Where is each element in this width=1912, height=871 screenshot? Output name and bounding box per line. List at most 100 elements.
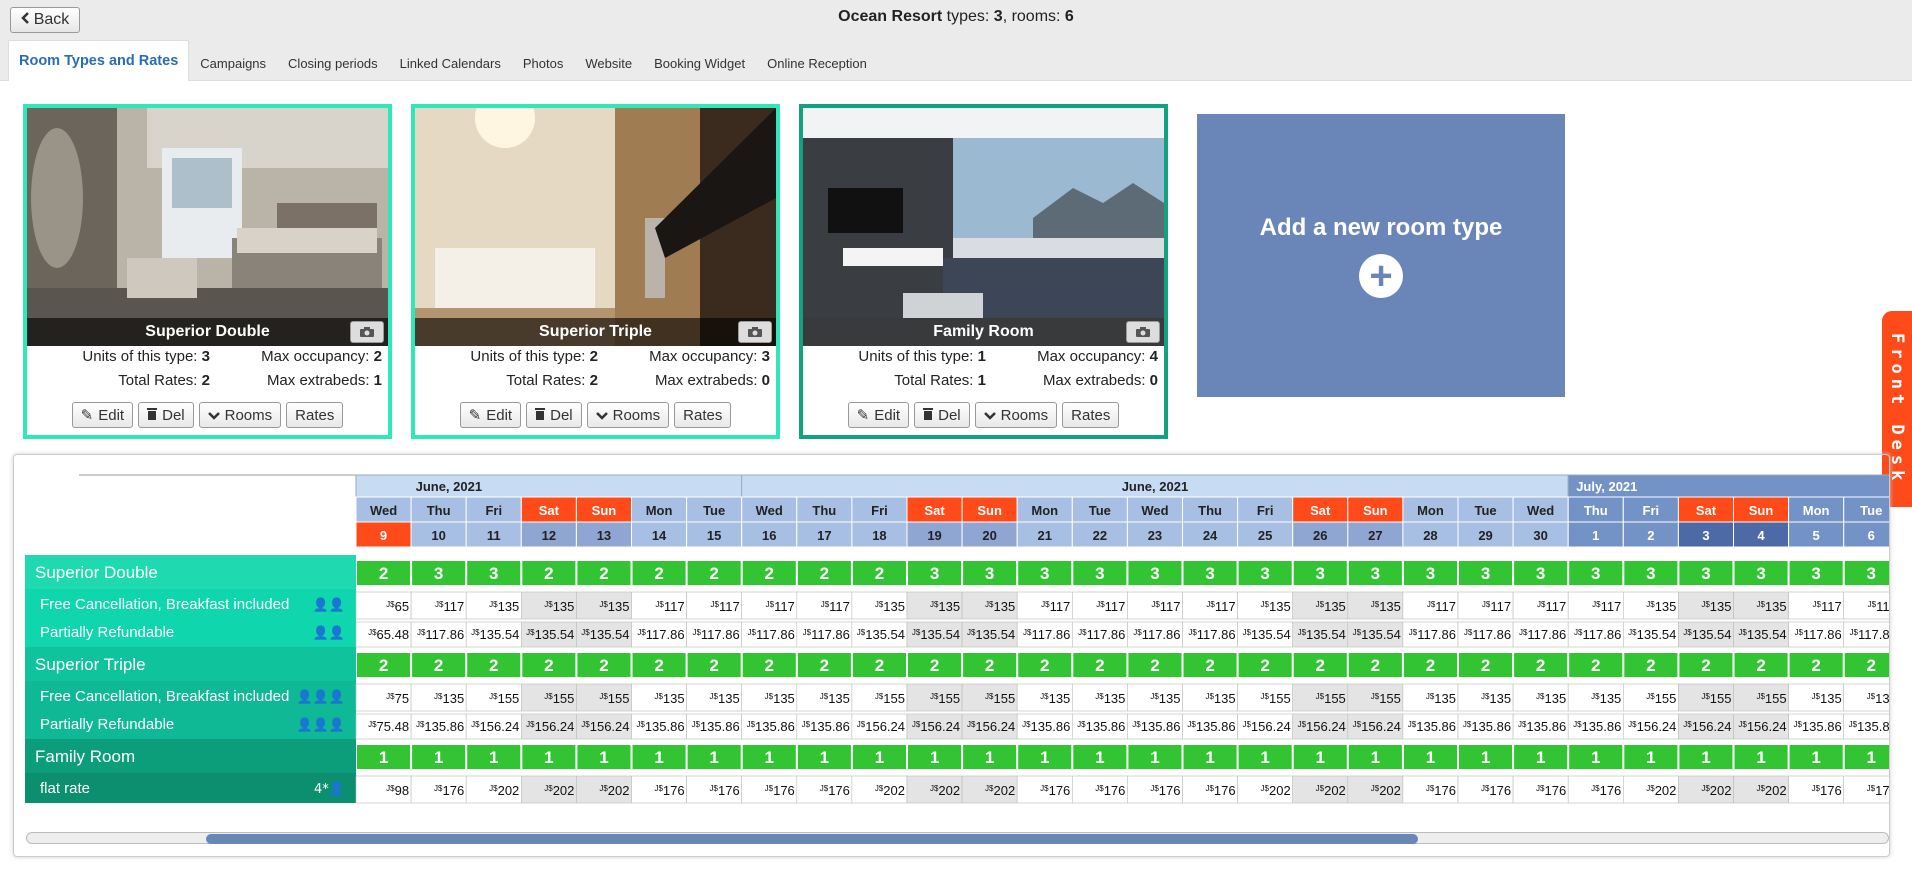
price-amount: 202 [1655, 783, 1677, 798]
tab-online-reception[interactable]: Online Reception [756, 46, 878, 81]
availability-count: 3 [1260, 564, 1269, 583]
price-amount: 156.24 [590, 719, 630, 734]
day-of-week: Sun [592, 503, 617, 518]
occupancy-icon: 👤👤👤 [296, 717, 345, 733]
price-amount: 135.86 [1086, 719, 1126, 734]
top-bar: Back Ocean Resort types: 3, rooms: 6 Roo… [0, 0, 1912, 81]
day-of-week: Thu [1198, 503, 1222, 518]
price-amount: 117.86 [1527, 627, 1566, 642]
rates-button[interactable]: Rates [286, 402, 344, 428]
date-number: 17 [817, 528, 831, 543]
tab-photos[interactable]: Photos [512, 46, 574, 81]
availability-count: 2 [765, 656, 774, 675]
room-photo[interactable] [27, 108, 388, 346]
price-amount: 176 [1600, 783, 1622, 798]
date-number: 23 [1148, 528, 1162, 543]
room-photo[interactable] [803, 108, 1164, 346]
date-number: 5 [1813, 528, 1820, 543]
availability-count: 1 [875, 748, 884, 767]
edit-button[interactable]: ✎ Edit [459, 402, 522, 428]
price-amount: 176 [1104, 783, 1126, 798]
tab-booking-widget[interactable]: Booking Widget [643, 46, 756, 81]
availability-count: 2 [875, 656, 884, 675]
price-amount: 155 [1765, 691, 1787, 706]
day-of-week: Thu [812, 503, 836, 518]
price-amount: 155 [1379, 691, 1401, 706]
availability-count: 2 [654, 564, 663, 583]
price-amount: 75 [395, 691, 409, 706]
price-amount: 135.86 [1471, 719, 1511, 734]
availability-count: 2 [1316, 656, 1325, 675]
price-amount: 117 [774, 599, 795, 614]
edit-button[interactable]: ✎ Edit [71, 402, 134, 428]
date-number: 10 [431, 528, 445, 543]
rates-calendar: June, 2021 June, 2021 July, 2021 Wed 9 Thu 10 F… [13, 454, 1890, 857]
price-amount: 135.54 [975, 627, 1015, 642]
price-amount: 202 [1324, 783, 1346, 798]
add-room-type-card[interactable]: Add a new room type + [1197, 114, 1565, 397]
delete-button[interactable]: Del [138, 402, 194, 428]
room-type-name: Family Room [803, 318, 1164, 346]
camera-icon[interactable] [1126, 321, 1160, 343]
availability-count: 3 [1591, 564, 1600, 583]
tab-website[interactable]: Website [574, 46, 643, 81]
tab-closing-periods[interactable]: Closing periods [277, 46, 389, 81]
availability-count: 1 [709, 748, 718, 767]
rooms-dropdown-button[interactable]: Rooms [974, 402, 1058, 428]
month-label: July, 2021 [1576, 479, 1637, 494]
day-of-week: Wed [370, 503, 397, 518]
units-value: 3 [201, 348, 210, 365]
scrollbar-thumb[interactable] [206, 834, 1418, 844]
price-amount: 135 [1710, 599, 1732, 614]
tab-room-types-and-rates[interactable]: Room Types and Rates [8, 40, 190, 81]
rooms-dropdown-button[interactable]: Rooms [586, 402, 670, 428]
price-amount: 117 [1601, 599, 1622, 614]
price-amount: 202 [498, 783, 520, 798]
occupancy-icon: 👤👤👤 [296, 689, 345, 705]
day-of-week: Thu [1584, 503, 1608, 518]
availability-count: 3 [489, 564, 498, 583]
price-amount: 176 [828, 783, 850, 798]
price-amount: 135.86 [1802, 719, 1842, 734]
rate-name: Partially Refundable [40, 624, 174, 641]
price-amount: 156.24 [535, 719, 575, 734]
units-label: Units of this type: 1 [858, 348, 986, 365]
date-number: 12 [542, 528, 556, 543]
date-number: 30 [1533, 528, 1547, 543]
price-amount: 176 [663, 783, 685, 798]
camera-icon[interactable] [738, 321, 772, 343]
availability-count: 2 [599, 656, 608, 675]
price-amount: 135.54 [1692, 627, 1732, 642]
units-label: Units of this type: 3 [82, 348, 210, 365]
camera-icon[interactable] [350, 321, 384, 343]
availability-count: 2 [1260, 656, 1269, 675]
availability-count: 1 [1150, 748, 1159, 767]
date-number: 15 [707, 528, 721, 543]
price-amount: 156.24 [1306, 719, 1346, 734]
room-photo[interactable] [415, 108, 776, 346]
price-amount: 156.24 [1692, 719, 1732, 734]
price-amount: 135 [883, 599, 905, 614]
rooms-dropdown-button[interactable]: Rooms [198, 402, 282, 428]
edit-icon: ✎ [856, 407, 870, 424]
max-occupancy: Max occupancy: 3 [649, 348, 770, 365]
month-label: June, 2021 [416, 479, 483, 494]
availability-count: 3 [985, 564, 994, 583]
price-amount: 135.54 [1361, 627, 1401, 642]
price-amount: 135.86 [645, 719, 685, 734]
price-amount: 176 [718, 783, 740, 798]
availability-count: 3 [1426, 564, 1435, 583]
rates-button[interactable]: Rates [674, 402, 732, 428]
rate-name: Free Cancellation, Breakfast included [40, 596, 289, 613]
day-of-week: Fri [485, 503, 502, 518]
tab-linked-calendars[interactable]: Linked Calendars [389, 46, 512, 81]
availability-count: 3 [434, 564, 443, 583]
delete-button[interactable]: Del [526, 402, 582, 428]
availability-count: 2 [1205, 656, 1214, 675]
edit-button[interactable]: ✎ Edit [847, 402, 910, 428]
delete-button[interactable]: Del [914, 402, 970, 428]
rate-name: Free Cancellation, Breakfast included [40, 688, 289, 705]
availability-count: 2 [765, 564, 774, 583]
rates-button[interactable]: Rates [1062, 402, 1120, 428]
tab-campaigns[interactable]: Campaigns [189, 46, 277, 81]
